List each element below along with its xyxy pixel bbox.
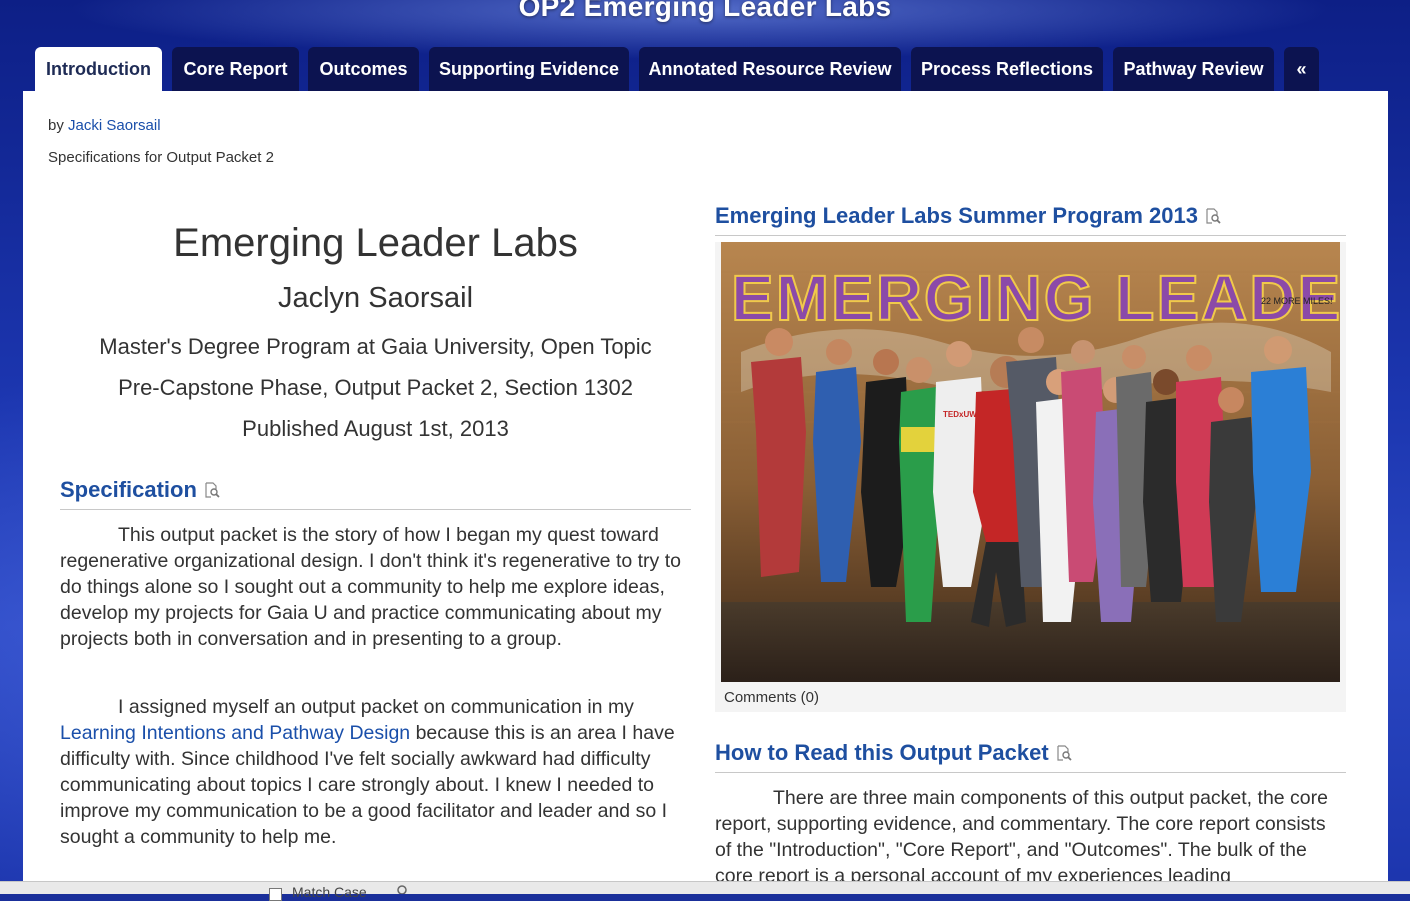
how-to-read-title: How to Read this Output Packet bbox=[715, 740, 1049, 765]
summer-program-heading: Emerging Leader Labs Summer Program 2013 bbox=[715, 203, 1346, 236]
photo-frame: EMERGING LEADERS 22 MORE MILES! bbox=[715, 242, 1346, 712]
specification-heading: Specification bbox=[60, 477, 691, 510]
page-description: Specifications for Output Packet 2 bbox=[48, 149, 274, 166]
find-bar: Match Case bbox=[0, 881, 1410, 901]
spec-para1-text: This output packet is the story of how I… bbox=[60, 524, 681, 650]
author-line: by Jacki Saorsail bbox=[48, 117, 161, 134]
group-photo[interactable]: EMERGING LEADERS 22 MORE MILES! bbox=[721, 242, 1340, 682]
magnifier-page-icon[interactable] bbox=[204, 482, 220, 498]
tab-supporting-evidence[interactable]: Supporting Evidence bbox=[429, 47, 629, 91]
tab-process-reflections[interactable]: Process Reflections bbox=[911, 47, 1103, 91]
how-to-read-text: There are three main components of this … bbox=[715, 787, 1328, 887]
by-label: by bbox=[48, 117, 64, 134]
spec-para2-start: I assigned myself an output packet on co… bbox=[118, 696, 634, 718]
published-line: Published August 1st, 2013 bbox=[242, 416, 509, 441]
mural-text: EMERGING LEADERS bbox=[731, 262, 1340, 334]
magnifier-page-icon[interactable] bbox=[1056, 745, 1072, 761]
program-line: Master's Degree Program at Gaia Universi… bbox=[99, 334, 652, 359]
specification-paragraph-1: This output packet is the story of how I… bbox=[60, 522, 691, 652]
tab-outcomes[interactable]: Outcomes bbox=[308, 47, 419, 91]
tab-pathway-review[interactable]: Pathway Review bbox=[1113, 47, 1274, 91]
specification-paragraph-2: I assigned myself an output packet on co… bbox=[60, 694, 691, 850]
phase-line: Pre-Capstone Phase, Output Packet 2, Sec… bbox=[118, 375, 633, 400]
magnifier-page-icon[interactable] bbox=[1205, 208, 1221, 224]
tab-annotated-resource-review[interactable]: Annotated Resource Review bbox=[639, 47, 901, 91]
tab-collapse[interactable]: « bbox=[1284, 47, 1319, 91]
comments-count[interactable]: Comments (0) bbox=[721, 682, 1340, 710]
site-title: OP2 Emerging Leader Labs bbox=[518, 0, 892, 22]
author-name: Jaclyn Saorsail bbox=[277, 282, 474, 314]
match-case-checkbox[interactable] bbox=[269, 888, 282, 901]
tab-core-report[interactable]: Core Report bbox=[172, 47, 299, 91]
right-column: Emerging Leader Labs Summer Program 2013 bbox=[715, 203, 1346, 889]
shirt-text: TEDxUW bbox=[943, 410, 977, 419]
main-heading: Emerging Leader Labs bbox=[173, 221, 578, 265]
content-panel: by Jacki Saorsail Specifications for Out… bbox=[23, 91, 1388, 893]
author-link[interactable]: Jacki Saorsail bbox=[68, 117, 161, 134]
how-to-read-heading: How to Read this Output Packet bbox=[715, 740, 1346, 773]
learning-intentions-link[interactable]: Learning Intentions and Pathway Design bbox=[60, 722, 410, 744]
how-to-read-paragraph: There are three main components of this … bbox=[715, 785, 1346, 889]
specification-title: Specification bbox=[60, 477, 197, 502]
mural-note: 22 MORE MILES! bbox=[1261, 296, 1333, 306]
left-column: Emerging Leader Labs Jaclyn Saorsail Mas… bbox=[60, 211, 691, 850]
match-case-label: Match Case bbox=[292, 884, 367, 900]
summer-program-title: Emerging Leader Labs Summer Program 2013 bbox=[715, 203, 1198, 228]
tab-introduction[interactable]: Introduction bbox=[35, 47, 162, 91]
